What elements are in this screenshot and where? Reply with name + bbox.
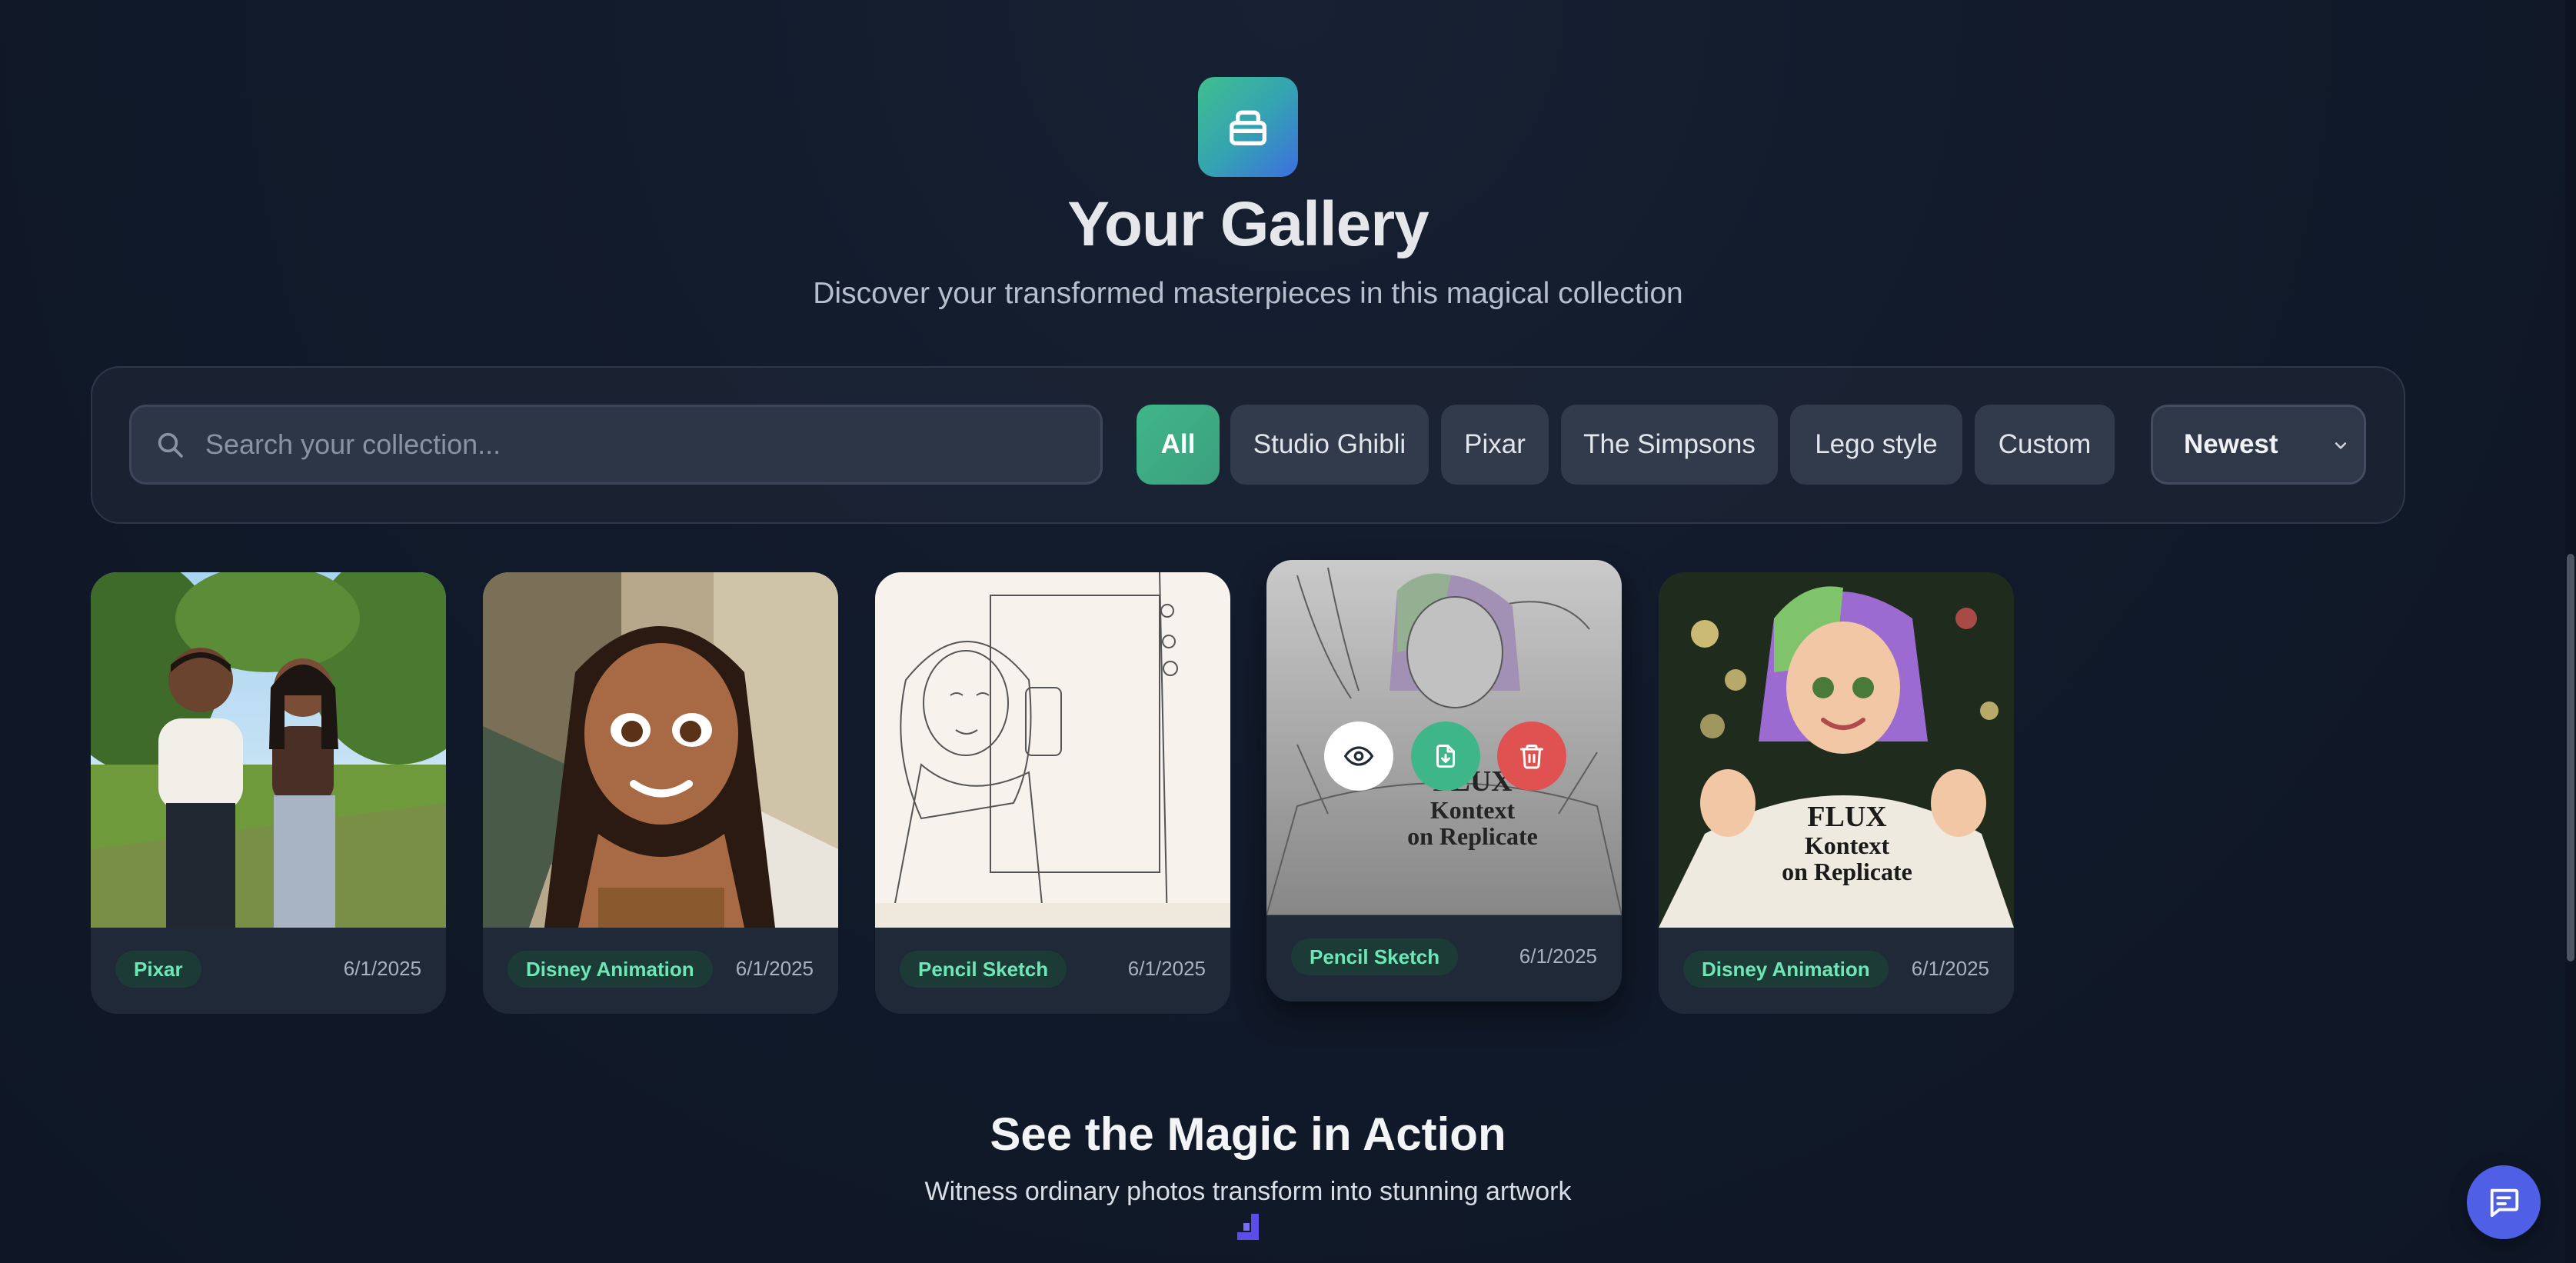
sweatshirt-text-replicate: on Replicate: [1782, 858, 1912, 885]
style-badge: Pencil Sketch: [900, 951, 1067, 988]
card-date: 6/1/2025: [343, 957, 421, 980]
filter-chip-studio-ghibli[interactable]: Studio Ghibli: [1230, 405, 1429, 485]
search-box[interactable]: [129, 405, 1103, 485]
gallery-card[interactable]: Pixar 6/1/2025: [91, 572, 446, 1014]
gallery-card-image[interactable]: [483, 572, 838, 928]
page-subtitle: Discover your transformed masterpieces i…: [813, 277, 1683, 310]
gallery-card-image[interactable]: [91, 572, 446, 928]
download-button[interactable]: [1411, 721, 1480, 791]
section-title: See the Magic in Action: [990, 1108, 1506, 1160]
filter-chip-lego-style[interactable]: Lego style: [1790, 405, 1962, 485]
chevron-down-icon: [2335, 442, 2347, 449]
download-icon: [1436, 745, 1455, 768]
gallery-stack-icon: [1198, 77, 1298, 177]
filter-chip-the-simpsons[interactable]: The Simpsons: [1561, 405, 1778, 485]
card-date: 6/1/2025: [1127, 957, 1206, 980]
gallery-page: Your Gallery Discover your transformed m…: [0, 0, 2576, 1263]
card-date: 6/1/2025: [735, 957, 814, 980]
gallery-card[interactable]: Disney Animation 6/1/2025: [483, 572, 838, 1014]
sort-select-value: Newest: [2184, 429, 2278, 459]
sort-select[interactable]: Newest: [2151, 405, 2366, 485]
view-button[interactable]: [1324, 721, 1393, 791]
style-badge: Disney Animation: [1683, 951, 1889, 988]
filter-chip-all[interactable]: All: [1137, 405, 1220, 485]
style-badge: Pencil Sketch: [1291, 938, 1459, 975]
gallery-card-image[interactable]: FLUX Kontext on Replicate: [1266, 560, 1622, 915]
page-title: Your Gallery: [1067, 189, 1429, 259]
style-badge: Disney Animation: [508, 951, 713, 988]
trash-icon: [1520, 745, 1543, 769]
gallery-card-hovered[interactable]: FLUX Kontext on Replicate Pencil Sketch …: [1266, 560, 1622, 1001]
card-date: 6/1/2025: [1519, 945, 1597, 968]
scrollbar-thumb[interactable]: [2567, 554, 2574, 961]
chat-icon: [2490, 1188, 2519, 1218]
search-icon: [158, 432, 183, 458]
search-input[interactable]: [185, 407, 1100, 482]
delete-button[interactable]: [1497, 721, 1566, 791]
gallery-card-image[interactable]: FLUX Kontext on Replicate: [1659, 572, 2014, 928]
loading-icon: [1237, 1214, 1259, 1240]
eye-icon: [1344, 746, 1373, 766]
gallery-card-image[interactable]: [875, 572, 1230, 928]
section-subtitle: Witness ordinary photos transform into s…: [924, 1177, 1572, 1206]
filter-chip-pixar[interactable]: Pixar: [1441, 405, 1549, 485]
style-badge: Pixar: [115, 951, 201, 988]
chat-button[interactable]: [2467, 1165, 2541, 1239]
sweatshirt-text-kontext: Kontext: [1805, 831, 1890, 859]
filter-chip-custom[interactable]: Custom: [1975, 405, 2115, 485]
sweatshirt-text-flux: FLUX: [1807, 801, 1886, 833]
card-date: 6/1/2025: [1911, 957, 1989, 980]
gallery-card[interactable]: Pencil Sketch 6/1/2025: [875, 572, 1230, 1014]
gallery-card[interactable]: FLUX Kontext on Replicate Disney Animati…: [1659, 572, 2014, 1014]
